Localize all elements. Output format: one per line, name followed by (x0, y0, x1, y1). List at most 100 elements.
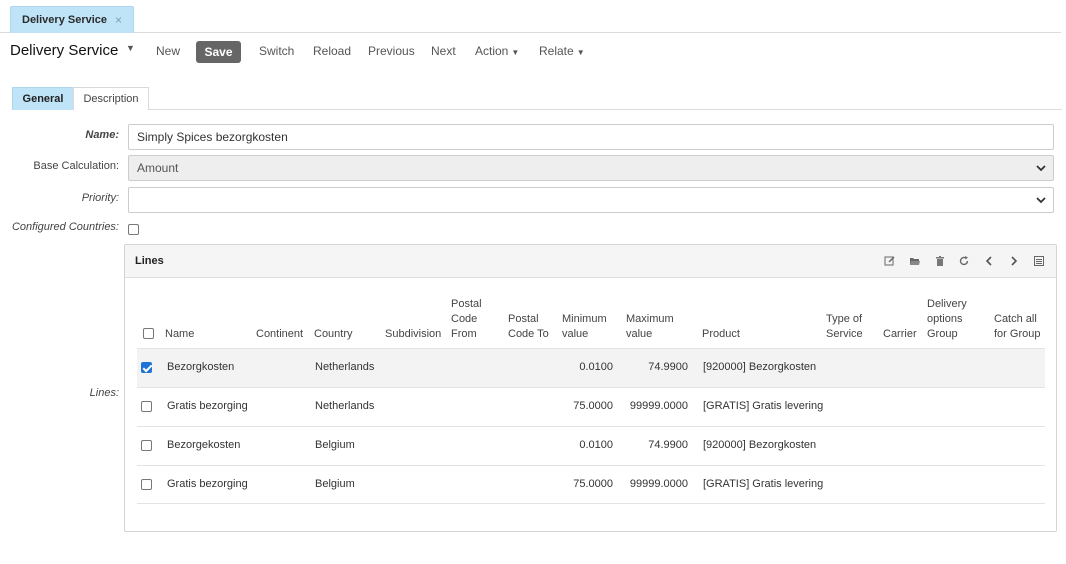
header-line: Maximum (626, 313, 674, 325)
cell-maximum-value: 99999.0000 (629, 400, 688, 412)
row-checkbox[interactable] (141, 440, 152, 451)
header-line: Minimum (562, 313, 607, 325)
save-button[interactable]: Save (196, 41, 241, 63)
name-field[interactable]: Simply Spices bezorgkosten (128, 124, 1054, 150)
form-tab-bar: General Description (12, 87, 1062, 110)
header-line: options (927, 313, 963, 325)
column-header-maximum-value[interactable]: Maximum value (626, 312, 674, 342)
reload-button[interactable]: Reload (313, 44, 351, 58)
column-header-delivery-options-group[interactable]: Delivery options Group (927, 297, 967, 342)
next-button[interactable]: Next (431, 44, 456, 58)
document-tab-delivery-service[interactable]: Delivery Service × (10, 6, 135, 33)
header-line: Service (826, 328, 863, 340)
table-row[interactable]: Gratis bezorging Netherlands 75.0000 999… (137, 387, 1045, 426)
base-calculation-label: Base Calculation: (33, 160, 119, 172)
cell-product: [GRATIS] Gratis levering (703, 400, 824, 412)
cell-name: Gratis bezorging (167, 400, 248, 412)
header-line: Type of (826, 313, 863, 325)
tab-general[interactable]: General (12, 87, 74, 110)
table-row[interactable]: Bezorgekosten Belgium 0.0100 74.9900 [92… (137, 426, 1045, 465)
close-icon[interactable]: × (115, 13, 122, 27)
cell-maximum-value: 74.9900 (648, 439, 688, 451)
new-button[interactable]: New (156, 44, 180, 58)
column-header-postal-code-to[interactable]: Postal Code To (508, 312, 549, 342)
configured-countries-checkbox[interactable] (128, 224, 139, 235)
action-label: Action (475, 44, 509, 58)
relate-label: Relate (539, 44, 574, 58)
lines-panel-header: Lines (125, 245, 1056, 278)
header-line: for Group (994, 328, 1041, 340)
row-checkbox[interactable] (141, 479, 152, 490)
cell-country: Belgium (315, 478, 355, 490)
column-header-postal-code-from[interactable]: Postal Code From (451, 297, 482, 342)
document-tab-bar: Delivery Service × (0, 0, 1061, 33)
header-line: Postal (508, 313, 539, 325)
column-header-type-of-service[interactable]: Type of Service (826, 312, 863, 342)
chevron-down-icon[interactable]: ▼ (126, 43, 135, 53)
row-checkbox[interactable] (141, 362, 152, 373)
cell-minimum-value: 0.0100 (579, 439, 613, 451)
table-row[interactable]: Gratis bezorging Belgium 75.0000 99999.0… (137, 465, 1045, 504)
trash-icon[interactable] (934, 255, 946, 267)
previous-button[interactable]: Previous (368, 44, 415, 58)
toolbar: Delivery Service ▼ New Save Switch Reloa… (0, 38, 700, 64)
header-line: value (626, 328, 653, 340)
chevron-left-icon[interactable] (983, 255, 995, 267)
row-checkbox[interactable] (141, 401, 152, 412)
header-line: Group (927, 328, 958, 340)
switch-button[interactable]: Switch (259, 44, 294, 58)
cell-name: Gratis bezorging (167, 478, 248, 490)
chevron-down-icon: ▼ (576, 48, 585, 57)
cell-minimum-value: 0.0100 (579, 361, 613, 373)
relate-menu-button[interactable]: Relate ▼ (539, 44, 585, 58)
header-line: Code (451, 313, 478, 325)
document-tab-label: Delivery Service (22, 14, 108, 26)
chevron-right-icon[interactable] (1008, 255, 1020, 267)
folder-open-icon[interactable] (909, 255, 921, 267)
select-all-checkbox[interactable] (143, 328, 154, 339)
tab-description[interactable]: Description (73, 87, 149, 110)
priority-select[interactable] (128, 187, 1054, 213)
action-menu-button[interactable]: Action ▼ (475, 44, 519, 58)
refresh-icon[interactable] (958, 255, 970, 267)
cell-minimum-value: 75.0000 (573, 400, 613, 412)
column-header-catch-all-for-group[interactable]: Catch all for Group (994, 312, 1040, 342)
cell-product: [GRATIS] Gratis levering (703, 478, 824, 490)
edit-icon[interactable] (884, 255, 896, 267)
cell-name: Bezorgekosten (167, 439, 241, 451)
column-header-name[interactable]: Name (165, 327, 194, 342)
column-header-subdivision[interactable]: Subdivision (385, 327, 441, 342)
header-line: Postal (451, 298, 482, 310)
table-row[interactable]: Bezorgkosten Netherlands 0.0100 74.9900 … (137, 348, 1045, 387)
header-line: value (562, 328, 589, 340)
configured-countries-label: Configured Countries: (11, 221, 119, 233)
base-calculation-select[interactable]: Amount (128, 155, 1054, 181)
lines-panel: Lines Name Continent Country Subdivision… (124, 244, 1057, 532)
lines-label: Lines: (89, 387, 119, 399)
column-header-carrier[interactable]: Carrier (883, 327, 917, 342)
base-calculation-value: Amount (137, 161, 179, 175)
chevron-down-icon (1036, 197, 1046, 204)
cell-maximum-value: 74.9900 (648, 361, 688, 373)
cell-country: Netherlands (315, 361, 375, 373)
cell-country: Belgium (315, 439, 355, 451)
column-header-minimum-value[interactable]: Minimum value (562, 312, 607, 342)
header-line: Code To (508, 328, 549, 340)
column-header-continent[interactable]: Continent (256, 327, 303, 342)
header-line: Delivery (927, 298, 967, 310)
list-view-icon[interactable] (1033, 255, 1045, 267)
cell-product: [920000] Bezorgkosten (703, 361, 817, 373)
column-header-product[interactable]: Product (702, 327, 740, 342)
header-line: Catch all (994, 313, 1037, 325)
lines-panel-title: Lines (135, 255, 164, 267)
name-label: Name: (85, 129, 119, 141)
cell-minimum-value: 75.0000 (573, 478, 613, 490)
chevron-down-icon: ▼ (511, 48, 520, 57)
header-line: From (451, 328, 477, 340)
cell-name: Bezorgkosten (167, 361, 235, 373)
column-header-country[interactable]: Country (314, 327, 353, 342)
cell-country: Netherlands (315, 400, 375, 412)
chevron-down-icon (1036, 165, 1046, 172)
cell-maximum-value: 99999.0000 (629, 478, 688, 490)
page-title: Delivery Service (10, 42, 119, 59)
